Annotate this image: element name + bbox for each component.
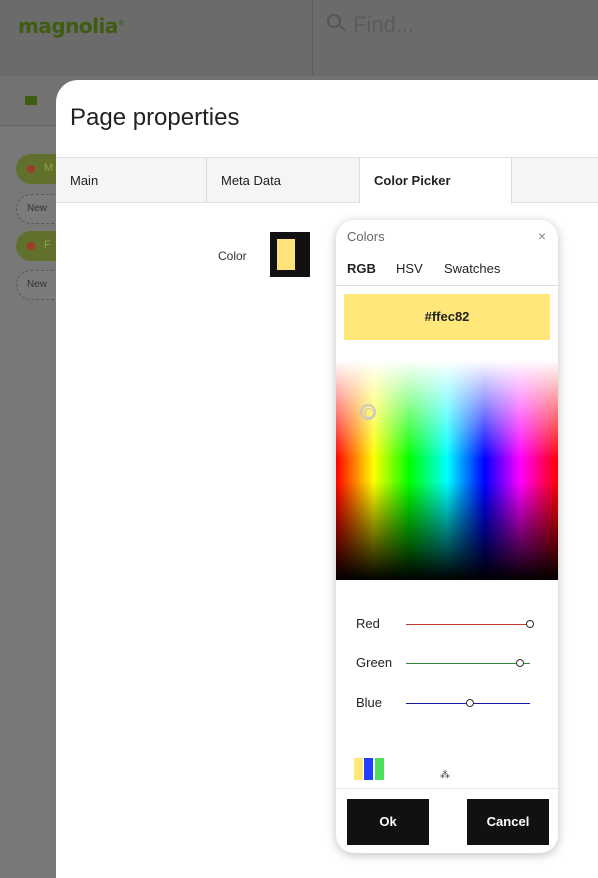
tab-meta-data[interactable]: Meta Data <box>207 158 360 203</box>
blue-slider[interactable] <box>406 699 530 707</box>
tab-swatches[interactable]: Swatches <box>444 261 500 276</box>
red-label: Red <box>356 616 380 631</box>
color-preview <box>277 239 295 270</box>
tab-hsv[interactable]: HSV <box>396 261 423 276</box>
color-spectrum[interactable] <box>336 360 558 580</box>
footer-divider <box>336 788 558 789</box>
dialog-title: Page properties <box>70 104 240 131</box>
color-picker-popup: Colors × RGB HSV Swatches #ffec82 Red Gr… <box>336 220 558 853</box>
eyedropper-icon[interactable]: ⁂ <box>440 770 450 781</box>
green-slider-handle[interactable] <box>516 659 524 667</box>
left-panel: M New F New <box>0 126 76 878</box>
status-dot-icon <box>27 242 35 250</box>
status-dot-icon <box>27 165 35 173</box>
red-slider[interactable] <box>406 620 534 628</box>
red-slider-handle[interactable] <box>526 620 534 628</box>
menu-icon[interactable] <box>25 96 37 105</box>
close-icon[interactable]: × <box>538 228 546 244</box>
ok-button[interactable]: Ok <box>347 799 429 845</box>
green-label: Green <box>356 655 393 670</box>
magnolia-logo[interactable]: magnolia® <box>18 14 125 38</box>
green-slider[interactable] <box>406 659 530 667</box>
picker-tabs: RGB HSV Swatches <box>336 258 558 286</box>
recent-color-swatch[interactable] <box>354 758 363 780</box>
hex-value[interactable]: #ffec82 <box>344 294 550 340</box>
color-selector-handle[interactable] <box>360 404 376 420</box>
blue-slider-handle[interactable] <box>466 699 474 707</box>
top-bar: magnolia® Find... <box>0 0 598 76</box>
tab-rgb[interactable]: RGB <box>347 261 376 276</box>
search-input[interactable]: Find... <box>353 12 414 38</box>
dialog-tabs: Main Meta Data Color Picker <box>56 157 598 204</box>
search-area[interactable]: Find... <box>312 0 598 76</box>
blue-label: Blue <box>356 695 383 710</box>
popup-title: Colors <box>347 229 385 244</box>
tab-color-picker[interactable]: Color Picker <box>360 158 512 204</box>
color-swatch-button[interactable] <box>270 232 310 277</box>
recent-color-swatch[interactable] <box>364 758 373 780</box>
cancel-button[interactable]: Cancel <box>467 799 549 845</box>
recent-color-swatch[interactable] <box>375 758 384 780</box>
search-icon[interactable] <box>327 14 341 28</box>
tab-main[interactable]: Main <box>56 158 207 203</box>
color-field-label: Color <box>218 249 247 263</box>
